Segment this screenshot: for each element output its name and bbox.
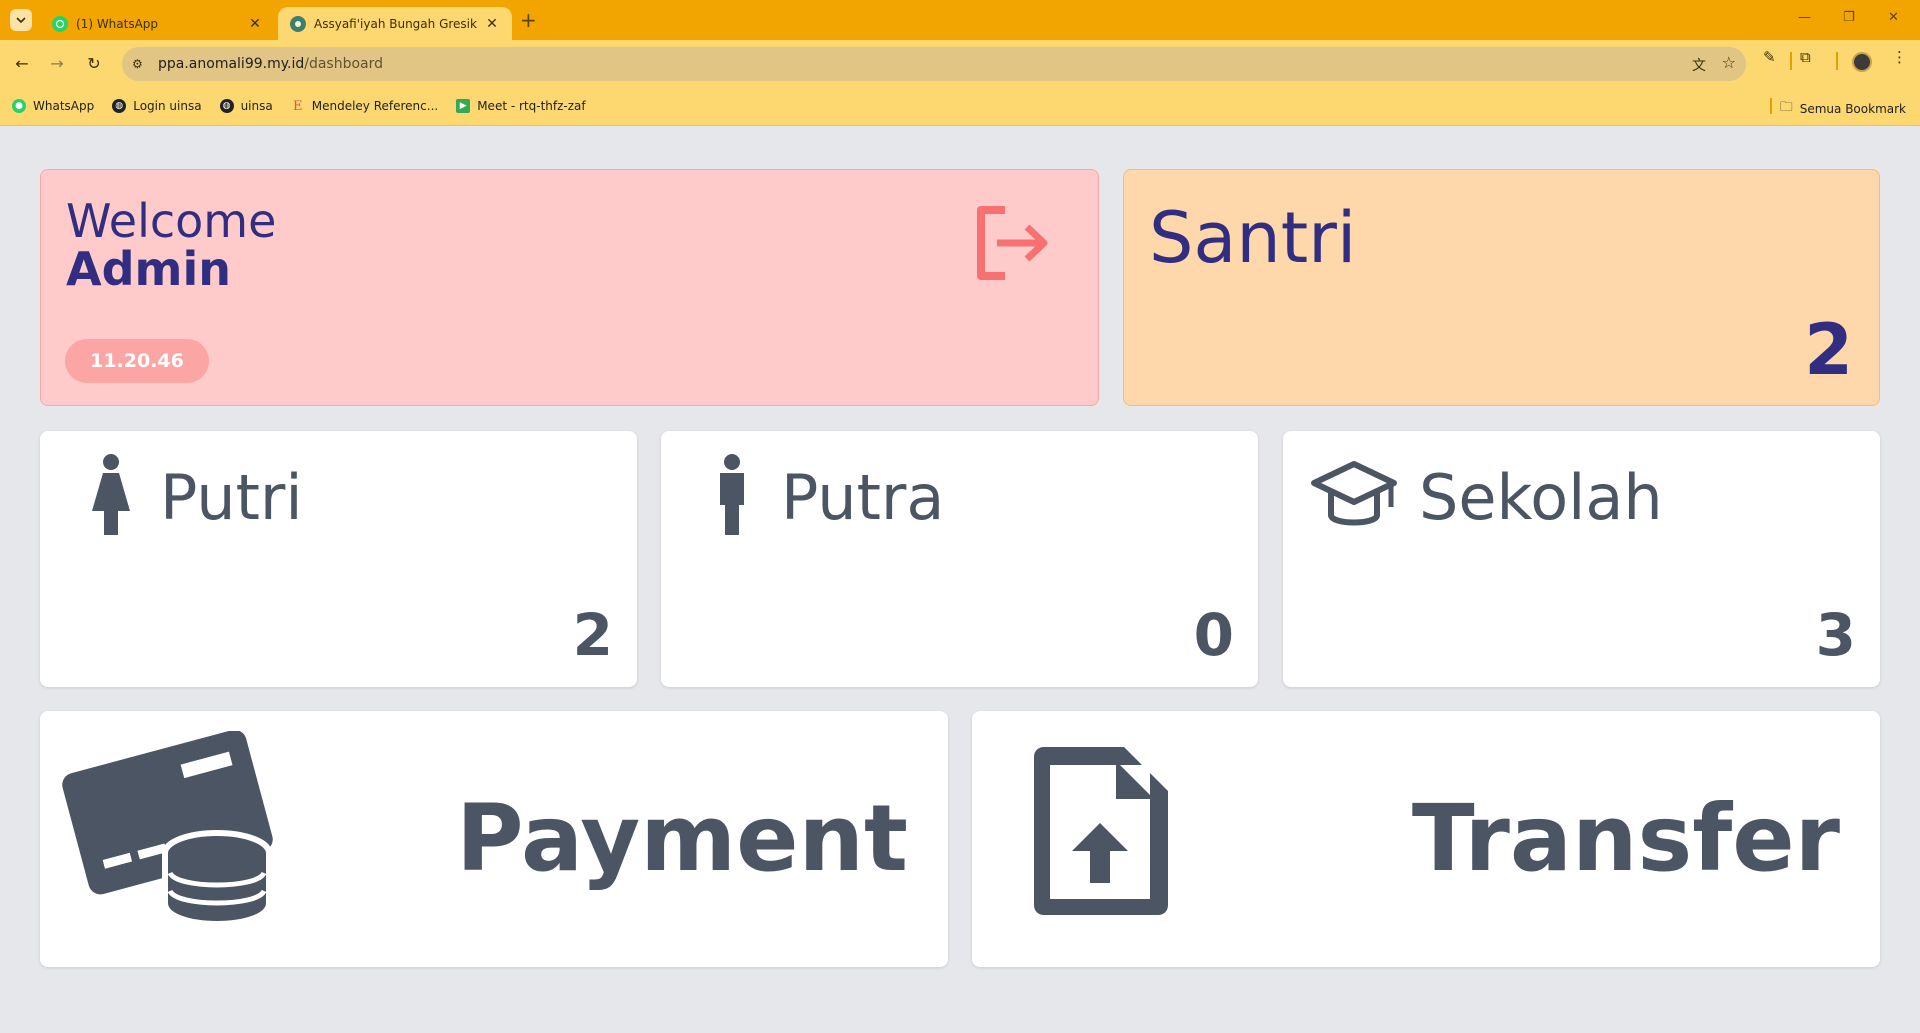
santri-count: 2 <box>1804 309 1853 391</box>
stat-card-sekolah[interactable]: Sekolah 3 <box>1283 431 1880 687</box>
meet-icon: ▶ <box>456 99 471 113</box>
bookmark-whatsapp[interactable]: ● WhatsApp <box>12 99 94 113</box>
tab-whatsapp[interactable]: (1) WhatsApp ✕ <box>40 7 275 40</box>
bookmark-login-uinsa[interactable]: ◍ Login uinsa <box>112 99 202 113</box>
tab-assyafiiyah[interactable]: Assyafi'iyah Bungah Gresik ✕ <box>278 7 512 40</box>
all-bookmarks-button[interactable]: 🗀 Semua Bookmark <box>1780 98 1906 120</box>
stat-count: 0 <box>1193 601 1234 669</box>
browser-toolbar: ← → ↻ ⚙ ppa.anomali99.my.id/dashboard 文 … <box>0 40 1920 126</box>
tab-title: Assyafi'iyah Bungah Gresik <box>314 16 477 31</box>
bookmarks-bar: ● WhatsApp ◍ Login uinsa ◍ uinsa E Mende… <box>0 90 1920 122</box>
bookmark-uinsa[interactable]: ◍ uinsa <box>219 99 273 113</box>
tab-search-button[interactable] <box>10 9 32 31</box>
stat-count: 3 <box>1815 601 1856 669</box>
folder-icon: 🗀 <box>1779 100 1793 115</box>
file-upload-icon <box>1034 747 1168 915</box>
transfer-card[interactable]: Transfer <box>972 711 1880 967</box>
globe-icon: ◍ <box>219 99 234 113</box>
bookmark-label: Login uinsa <box>133 99 202 113</box>
whatsapp-icon <box>52 15 68 32</box>
bookmark-label: uinsa <box>240 99 273 113</box>
minimize-icon[interactable]: — <box>1798 10 1811 25</box>
close-icon[interactable]: ✕ <box>484 16 500 32</box>
site-info-icon[interactable]: ⚙ <box>132 57 150 71</box>
browser-tabstrip: (1) WhatsApp ✕ Assyafi'iyah Bungah Gresi… <box>0 0 1920 40</box>
chevron-down-icon <box>16 17 26 24</box>
credit-card-coins-icon <box>62 731 273 927</box>
welcome-username: Admin <box>66 242 231 296</box>
female-icon <box>92 454 130 535</box>
back-icon[interactable]: ← <box>10 52 34 76</box>
url-text: ppa.anomali99.my.id/dashboard <box>158 56 383 72</box>
logout-icon[interactable] <box>973 204 1053 284</box>
translate-icon[interactable]: 文 <box>1692 55 1706 75</box>
bookmark-label: Mendeley Referenc... <box>311 99 439 113</box>
tab-title: (1) WhatsApp <box>76 16 159 31</box>
window-close-icon[interactable]: ✕ <box>1888 10 1899 25</box>
extensions-icon[interactable]: ⧉ <box>1800 48 1811 66</box>
stat-card-putra[interactable]: Putra 0 <box>661 431 1258 687</box>
graduation-cap-icon <box>1311 461 1397 526</box>
welcome-label: Welcome <box>66 194 277 248</box>
stat-card-putri[interactable]: Putri 2 <box>40 431 637 687</box>
bookmark-meet[interactable]: ▶ Meet - rtq-thfz-zaf <box>456 99 586 113</box>
forward-icon[interactable]: → <box>45 52 69 76</box>
url-host: ppa.anomali99.my.id <box>158 56 305 72</box>
bookmark-label: Meet - rtq-thfz-zaf <box>477 99 586 113</box>
new-tab-button[interactable]: + <box>520 8 537 32</box>
payment-label: Payment <box>456 785 908 892</box>
address-bar[interactable]: ⚙ ppa.anomali99.my.id/dashboard 文 ☆ <box>122 47 1746 81</box>
url-path: /dashboard <box>304 56 384 72</box>
santri-card[interactable]: Santri 2 <box>1123 169 1880 406</box>
toolbar-divider <box>1836 52 1838 70</box>
santri-title: Santri <box>1149 197 1357 279</box>
payment-card[interactable]: Payment <box>40 711 948 967</box>
profile-avatar[interactable] <box>1852 52 1872 72</box>
close-icon[interactable]: ✕ <box>247 16 263 32</box>
toolbar-divider <box>1790 52 1792 70</box>
restore-icon[interactable]: ❐ <box>1843 10 1855 25</box>
stat-title: Sekolah <box>1419 461 1663 534</box>
all-bookmarks-label: Semua Bookmark <box>1799 102 1906 116</box>
site-favicon-icon <box>290 15 306 32</box>
reload-icon[interactable]: ↻ <box>82 52 106 76</box>
globe-icon: ◍ <box>112 99 127 113</box>
stat-title: Putri <box>160 461 303 534</box>
stat-title: Putra <box>781 461 945 534</box>
pen-icon[interactable]: ✎ <box>1763 48 1776 66</box>
bookmark-label: WhatsApp <box>33 99 95 113</box>
stat-count: 2 <box>572 601 613 669</box>
clock-badge: 11.20.46 <box>65 339 209 383</box>
bookmark-star-icon[interactable]: ☆ <box>1722 53 1736 72</box>
bookmarks-divider <box>1770 98 1772 114</box>
mendeley-icon: E <box>292 98 303 114</box>
whatsapp-icon: ● <box>12 99 26 113</box>
menu-icon[interactable]: ⋮ <box>1892 48 1907 66</box>
transfer-label: Transfer <box>1411 785 1840 892</box>
bookmark-mendeley[interactable]: E Mendeley Referenc... <box>291 98 439 114</box>
welcome-card: Welcome Admin 11.20.46 <box>40 169 1099 406</box>
male-icon <box>720 454 744 535</box>
